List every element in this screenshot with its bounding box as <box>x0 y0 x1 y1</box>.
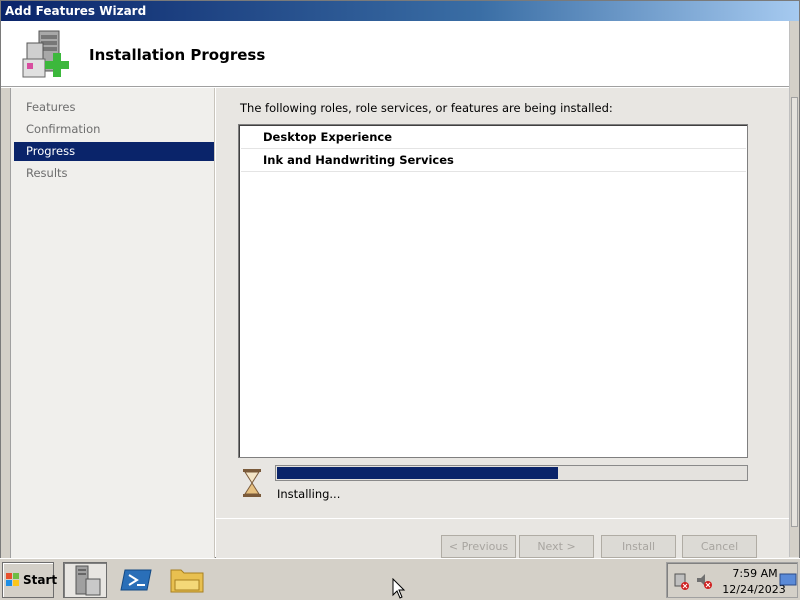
intro-text: The following roles, role services, or f… <box>240 101 613 115</box>
features-list[interactable]: Desktop Experience Ink and Handwriting S… <box>238 124 748 458</box>
file-explorer-icon[interactable] <box>165 562 209 598</box>
list-item[interactable]: Desktop Experience <box>241 126 746 149</box>
wizard-steps-nav: Features Confirmation Progress Results <box>11 88 215 558</box>
step-progress[interactable]: Progress <box>14 142 214 161</box>
server-add-icon <box>22 30 69 78</box>
page-title: Installation Progress <box>89 46 266 64</box>
show-desktop-icon[interactable] <box>779 573 797 587</box>
start-label: Start <box>23 573 58 587</box>
step-confirmation[interactable]: Confirmation <box>14 120 214 139</box>
divider <box>216 518 799 519</box>
previous-button[interactable]: < Previous <box>441 535 516 558</box>
status-text: Installing... <box>277 487 341 501</box>
server-manager-icon[interactable] <box>63 562 107 598</box>
windows-logo-icon <box>6 573 19 586</box>
add-features-wizard-window: Add Features Wizard Installation Progres… <box>0 0 800 558</box>
wizard-header: Installation Progress <box>1 21 799 87</box>
network-disconnected-icon[interactable] <box>673 571 691 591</box>
server-manager-glyph-icon <box>75 565 101 596</box>
mouse-cursor-icon <box>392 578 406 599</box>
window-title[interactable]: Add Features Wizard <box>1 1 799 21</box>
list-item[interactable]: Ink and Handwriting Services <box>241 149 746 172</box>
installation-progress-bar <box>275 465 748 481</box>
powershell-glyph-icon <box>120 569 152 591</box>
start-button[interactable]: Start <box>2 562 58 598</box>
progress-bar-fill <box>277 467 558 479</box>
wizard-content: The following roles, role services, or f… <box>216 88 799 558</box>
folder-glyph-icon <box>170 569 204 593</box>
scrollbar-thumb[interactable] <box>791 97 798 527</box>
next-button[interactable]: Next > <box>519 535 594 558</box>
clock-date[interactable]: 12/24/2023 <box>721 583 787 596</box>
left-border <box>1 88 11 558</box>
volume-muted-icon[interactable] <box>695 571 713 591</box>
step-results[interactable]: Results <box>14 164 214 183</box>
window-scrollbar[interactable] <box>789 21 799 557</box>
hourglass-icon <box>243 469 261 497</box>
install-button[interactable]: Install <box>601 535 676 558</box>
powershell-icon[interactable] <box>115 562 159 598</box>
clock-time[interactable]: 7:59 AM <box>725 567 785 580</box>
cancel-button[interactable]: Cancel <box>682 535 757 558</box>
step-features[interactable]: Features <box>14 98 214 117</box>
